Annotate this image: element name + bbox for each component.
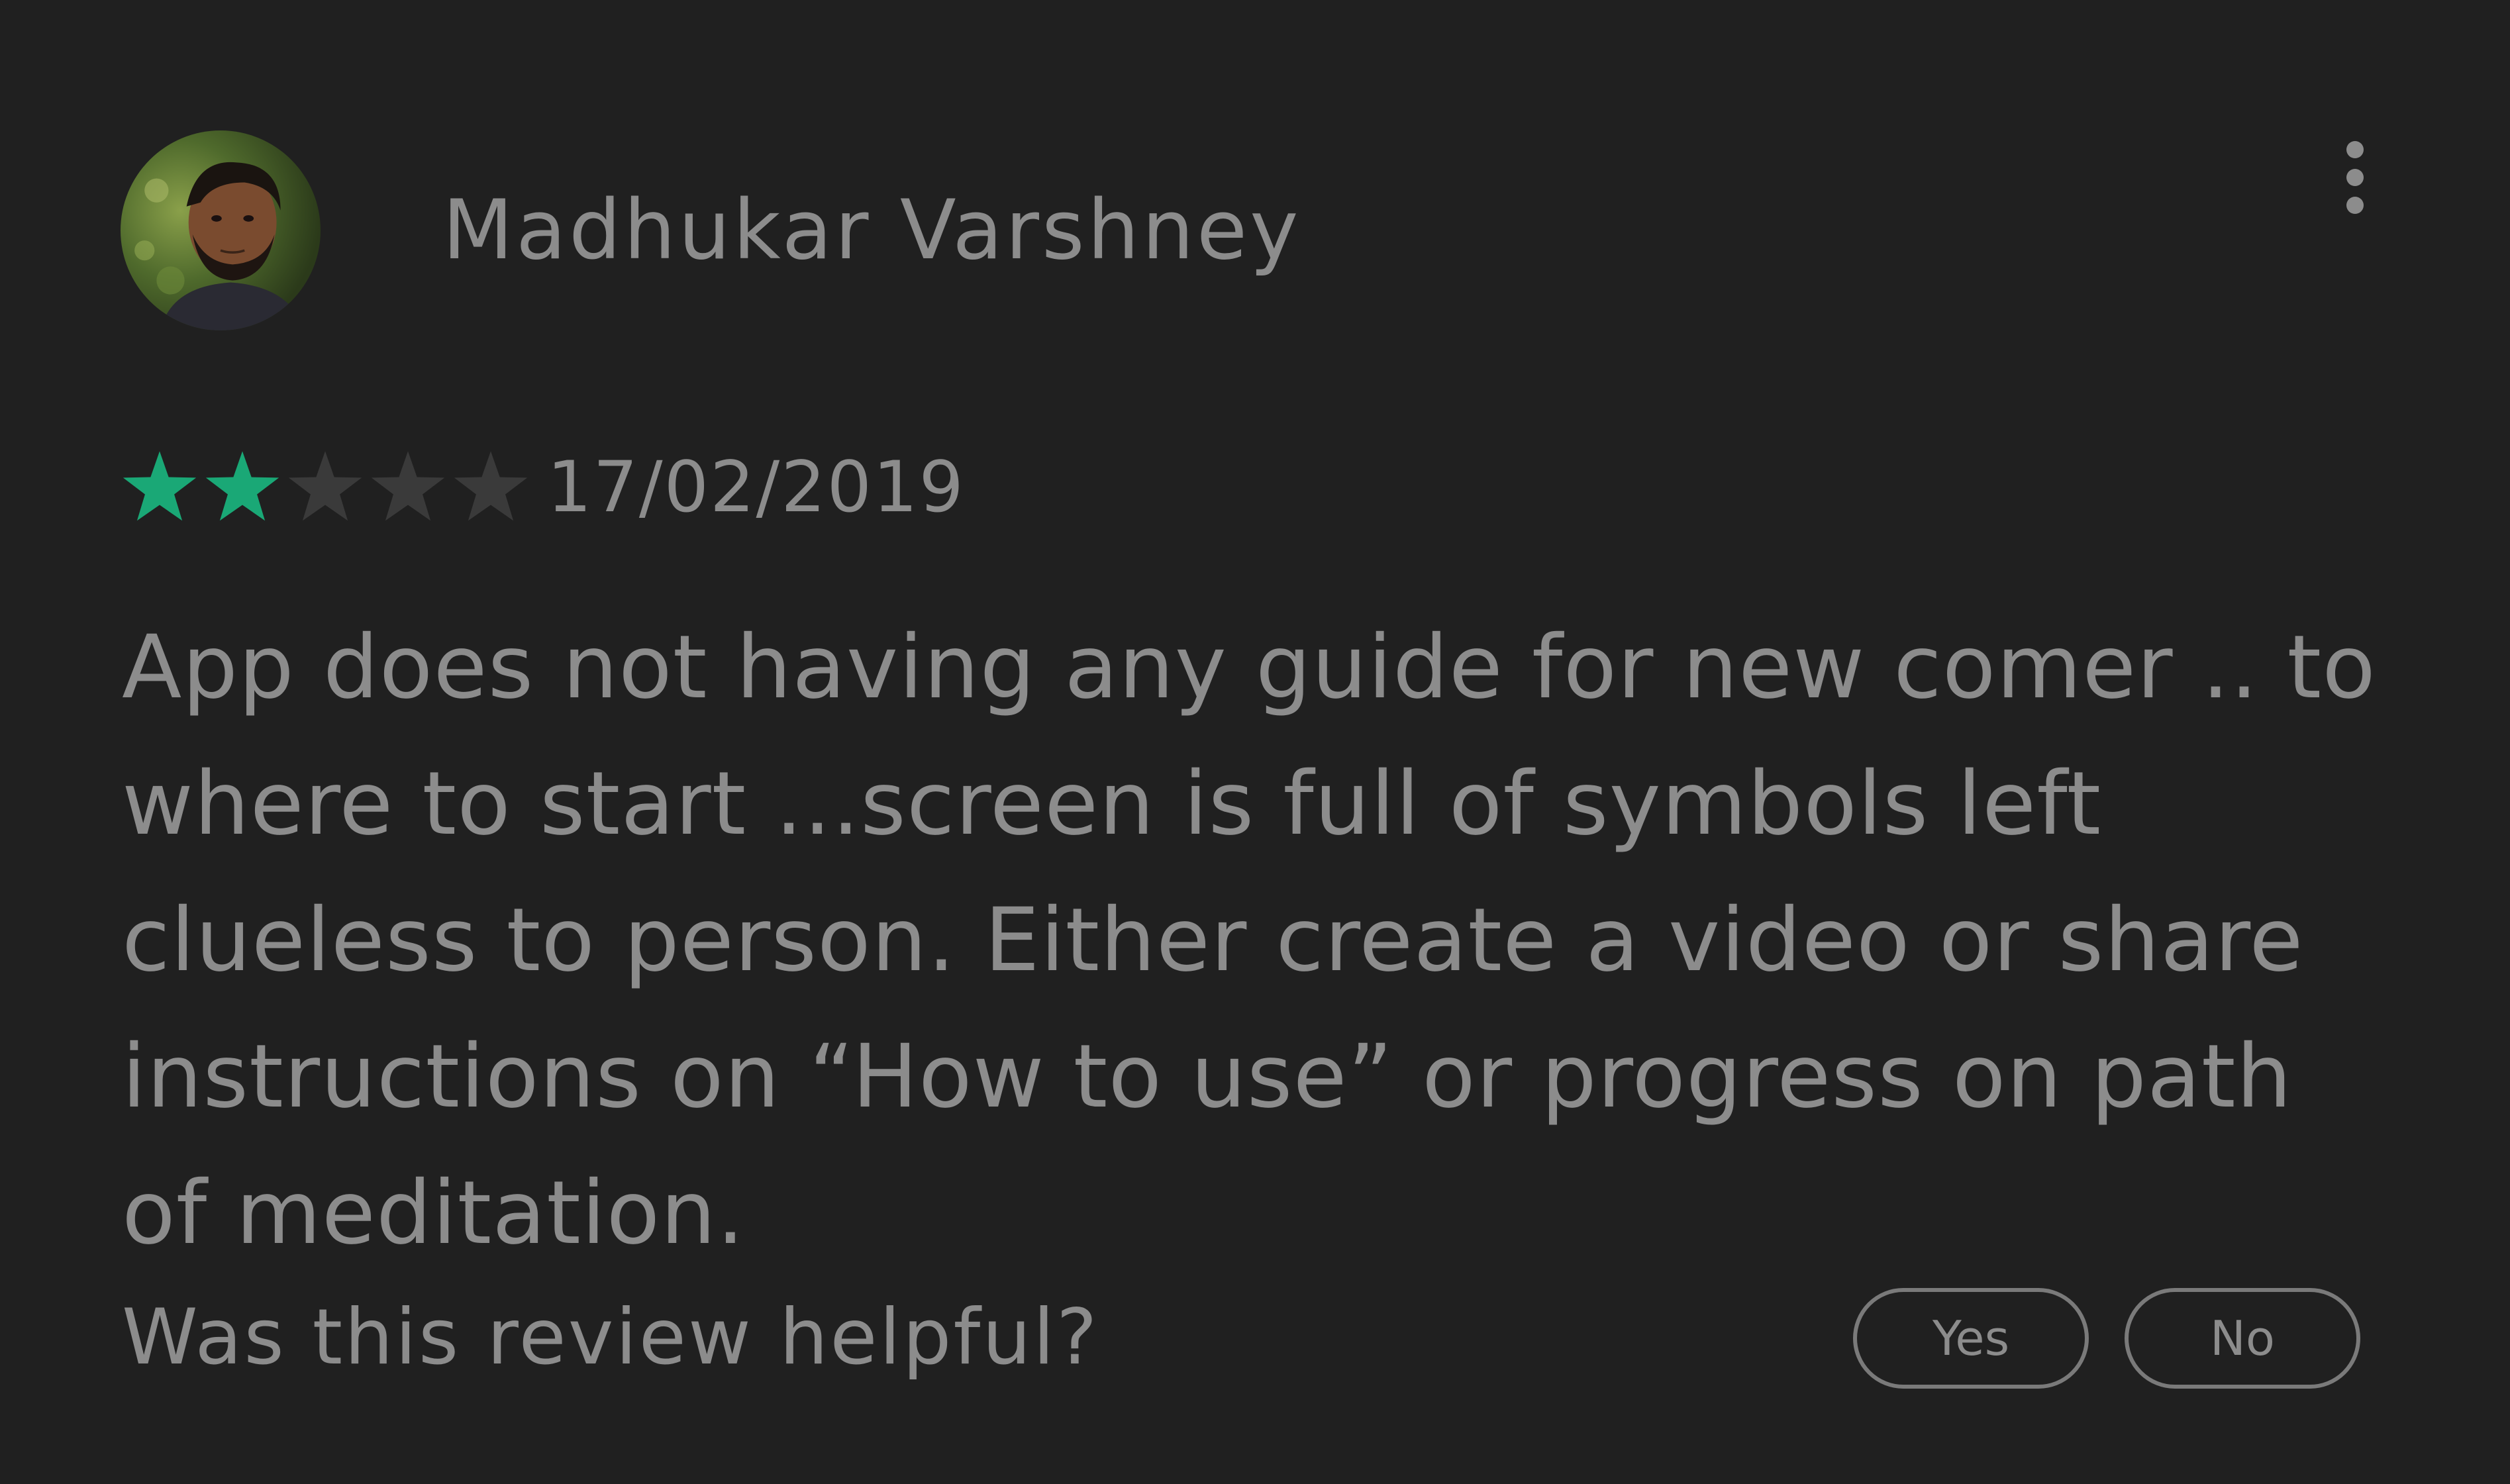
more-options-button[interactable] bbox=[2329, 138, 2382, 217]
star-icon bbox=[123, 451, 197, 521]
star-icon bbox=[371, 451, 445, 521]
no-button[interactable]: No bbox=[2125, 1288, 2360, 1389]
more-vertical-icon bbox=[2346, 141, 2364, 214]
author-name: Madhukar Varshney bbox=[442, 183, 1301, 278]
review-card: Madhukar Varshney 17/02/2019 App does no… bbox=[0, 0, 2510, 1484]
star-icon bbox=[454, 451, 528, 521]
review-date: 17/02/2019 bbox=[547, 446, 965, 528]
avatar-photo bbox=[121, 130, 321, 330]
yes-button[interactable]: Yes bbox=[1853, 1288, 2089, 1389]
helpful-question: Was this review helpful? bbox=[122, 1293, 1099, 1382]
avatar[interactable] bbox=[121, 130, 321, 330]
review-text: App does not having any guide for new co… bbox=[122, 617, 2376, 1264]
star-icon bbox=[205, 451, 279, 521]
star-rating bbox=[119, 447, 533, 529]
star-icon bbox=[288, 451, 362, 521]
